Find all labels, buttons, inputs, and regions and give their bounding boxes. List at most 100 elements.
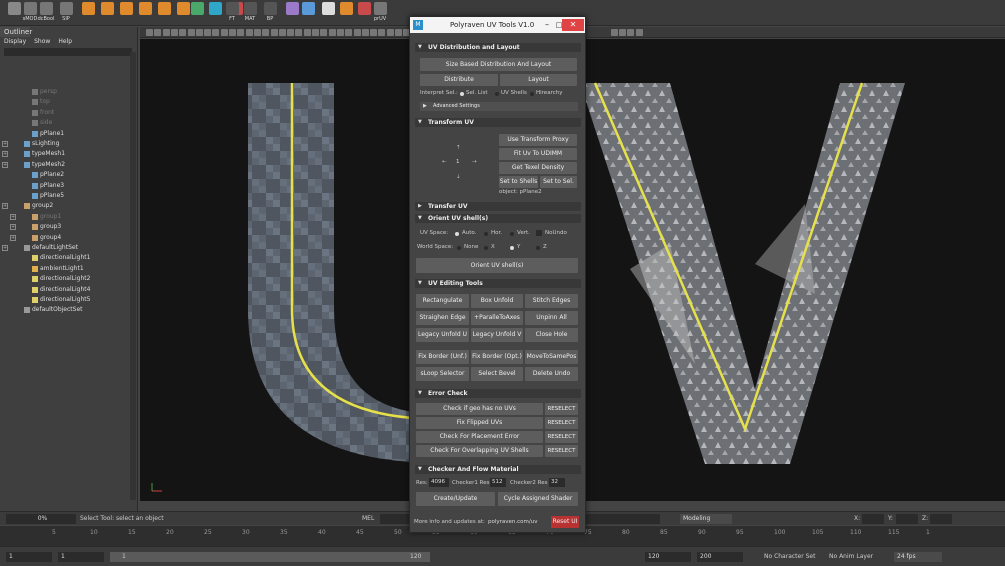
outliner-item[interactable]: ambientLight1 — [0, 264, 130, 274]
radio-z[interactable] — [536, 246, 540, 250]
shelf-item-19[interactable] — [338, 2, 354, 24]
outliner-item[interactable]: + sLighting — [0, 139, 130, 149]
orient-uv-shells-button[interactable]: Orient UV shell(s) — [416, 258, 578, 273]
shelf-item-5[interactable] — [99, 2, 115, 24]
reset-ui-button[interactable]: Reset UI — [551, 516, 579, 528]
reselect-button[interactable]: RESELECT — [545, 403, 578, 415]
radio-x[interactable] — [484, 246, 488, 250]
section-uv-editing-tools[interactable]: ▼ UV Editing Tools — [415, 279, 581, 288]
playback-end-field[interactable]: 120 — [645, 552, 691, 562]
arrow-right-icon[interactable]: ⇢ — [472, 159, 477, 165]
layout-button[interactable]: Layout — [500, 74, 577, 86]
viewport-tool-icon[interactable] — [237, 29, 245, 36]
expand-toggle-icon[interactable]: + — [10, 234, 16, 241]
outliner-item[interactable]: + typeMesh1 — [0, 149, 130, 159]
viewport-tool-icon[interactable] — [253, 29, 261, 36]
viewport-tool-icon[interactable] — [312, 29, 319, 36]
shelf-item-4[interactable] — [80, 2, 96, 24]
shelf-item-1[interactable]: sMOD — [22, 2, 38, 24]
viewport-tool-icon[interactable] — [610, 29, 618, 36]
checker1-field[interactable]: 512 — [490, 478, 506, 487]
section-checker-material[interactable]: ▼ Checker And Flow Material — [415, 465, 581, 474]
shelf-item-13[interactable]: FT — [224, 2, 240, 24]
outliner-menu-show[interactable]: Show — [34, 37, 50, 47]
arrow-left-icon[interactable]: ⇠ — [442, 159, 447, 165]
error-check-button[interactable]: Fix Flipped UVs — [416, 417, 543, 429]
outliner-item[interactable]: + group2 — [0, 201, 130, 211]
outliner-item[interactable]: + typeMesh2 — [0, 160, 130, 170]
viewport-tool-icon[interactable] — [320, 29, 328, 36]
fit-uv-udim-button[interactable]: Fit Uv To UDIMM — [499, 148, 577, 160]
expand-toggle-icon[interactable]: + — [2, 203, 8, 210]
uv-edit-tool-button[interactable]: Close Hole — [525, 328, 578, 342]
outliner-item[interactable]: top — [0, 97, 130, 107]
viewport-tool-icon[interactable] — [195, 29, 203, 36]
viewport-tool-icon[interactable] — [245, 29, 253, 36]
use-transform-proxy-button[interactable]: Use Transform Proxy — [499, 134, 577, 146]
create-update-button[interactable]: Create/Update — [416, 492, 495, 506]
viewport-tool-icon[interactable] — [204, 29, 212, 36]
radio-auto[interactable] — [455, 232, 459, 236]
reselect-button[interactable]: RESELECT — [545, 445, 578, 457]
error-check-button[interactable]: Check For Placement Error — [416, 431, 543, 443]
radio-uv-shells[interactable] — [495, 92, 499, 96]
error-check-button[interactable]: Check if geo has no UVs — [416, 403, 543, 415]
error-check-button[interactable]: Check For Overlapping UV Shells — [416, 445, 543, 457]
radio-none[interactable] — [457, 246, 461, 250]
viewport-tool-icon[interactable] — [179, 29, 187, 36]
range-slider[interactable] — [110, 552, 430, 562]
fps-select[interactable]: 24 fps — [894, 552, 942, 562]
section-transfer-uv[interactable]: ▶ Transfer UV — [415, 202, 581, 211]
uv-edit-tool-button[interactable]: +ParalleToAxes — [471, 311, 523, 325]
minimize-icon[interactable]: – — [540, 17, 554, 33]
polyraven-link[interactable]: polyraven.com/uv — [488, 519, 537, 525]
uv-edit-tool-button[interactable]: Fix Border (Opt.) — [471, 350, 523, 364]
expand-toggle-icon[interactable]: + — [2, 161, 8, 168]
section-error-check[interactable]: ▼ Error Check — [415, 389, 581, 398]
shelf-item-8[interactable] — [156, 2, 172, 24]
viewport-tool-icon[interactable] — [353, 29, 361, 36]
window-titlebar[interactable]: M Polyraven UV Tools V1.0 – □ ✕ — [410, 17, 585, 33]
uv-edit-tool-button[interactable]: Rectangulate — [416, 294, 469, 308]
uv-edit-tool-button[interactable]: Straighen Edge — [416, 311, 469, 325]
viewport-tool-icon[interactable] — [395, 29, 402, 36]
outliner-item[interactable]: defaultObjectSet — [0, 305, 130, 315]
get-texel-density-button[interactable]: Get Texel Density — [499, 162, 577, 174]
radio-hor[interactable] — [484, 232, 488, 236]
viewport-tool-icon[interactable] — [187, 29, 195, 36]
shelf-item-18[interactable] — [320, 2, 336, 24]
viewport-tool-icon[interactable] — [287, 29, 295, 36]
outliner-item[interactable]: + group1 — [0, 212, 130, 222]
arrow-up-icon[interactable]: ⇡ — [456, 145, 461, 151]
set-to-sel-button[interactable]: Set to Sel. — [540, 176, 577, 188]
anim-layer-select[interactable]: No Anim Layer — [829, 552, 873, 562]
uv-edit-tool-button[interactable]: Fix Border (Unf.) — [416, 350, 469, 364]
shelf-item-10[interactable] — [189, 2, 205, 24]
shelf-item-20[interactable] — [356, 2, 372, 24]
shelf-item-17[interactable] — [300, 2, 316, 24]
y-field[interactable] — [896, 514, 918, 524]
shelf-item-3[interactable]: SIP — [58, 2, 74, 24]
noundo-checkbox[interactable] — [536, 230, 542, 236]
set-to-shells-button[interactable]: Set to Shells — [499, 176, 538, 188]
shelf-item-15[interactable]: BP — [262, 2, 278, 24]
close-icon[interactable]: ✕ — [562, 19, 584, 31]
viewport-tool-icon[interactable] — [229, 29, 236, 36]
viewport-tool-icon[interactable] — [303, 29, 311, 36]
radio-sel-list[interactable] — [460, 92, 464, 96]
viewport-tool-icon[interactable] — [627, 29, 635, 36]
res-field[interactable]: 4096 — [429, 478, 449, 487]
expand-toggle-icon[interactable]: + — [2, 245, 8, 251]
size-based-distribution-button[interactable]: Size Based Distribution And Layout — [420, 58, 577, 71]
expand-toggle-icon[interactable]: + — [10, 213, 16, 220]
outliner-item[interactable]: side — [0, 118, 130, 128]
uv-edit-tool-button[interactable]: Delete Undo — [525, 367, 578, 381]
uv-edit-tool-button[interactable]: MoveToSamePos — [525, 350, 578, 364]
playback-start-field[interactable]: 1 — [58, 552, 104, 562]
viewport-tool-icon[interactable] — [635, 29, 643, 36]
viewport-tool-icon[interactable] — [370, 29, 378, 36]
shelf-item-2[interactable]: dcBool — [38, 2, 54, 24]
viewport-tool-icon[interactable] — [146, 29, 153, 36]
outliner-menu-display[interactable]: Display — [4, 37, 26, 47]
character-set-select[interactable]: No Character Set — [764, 552, 815, 562]
